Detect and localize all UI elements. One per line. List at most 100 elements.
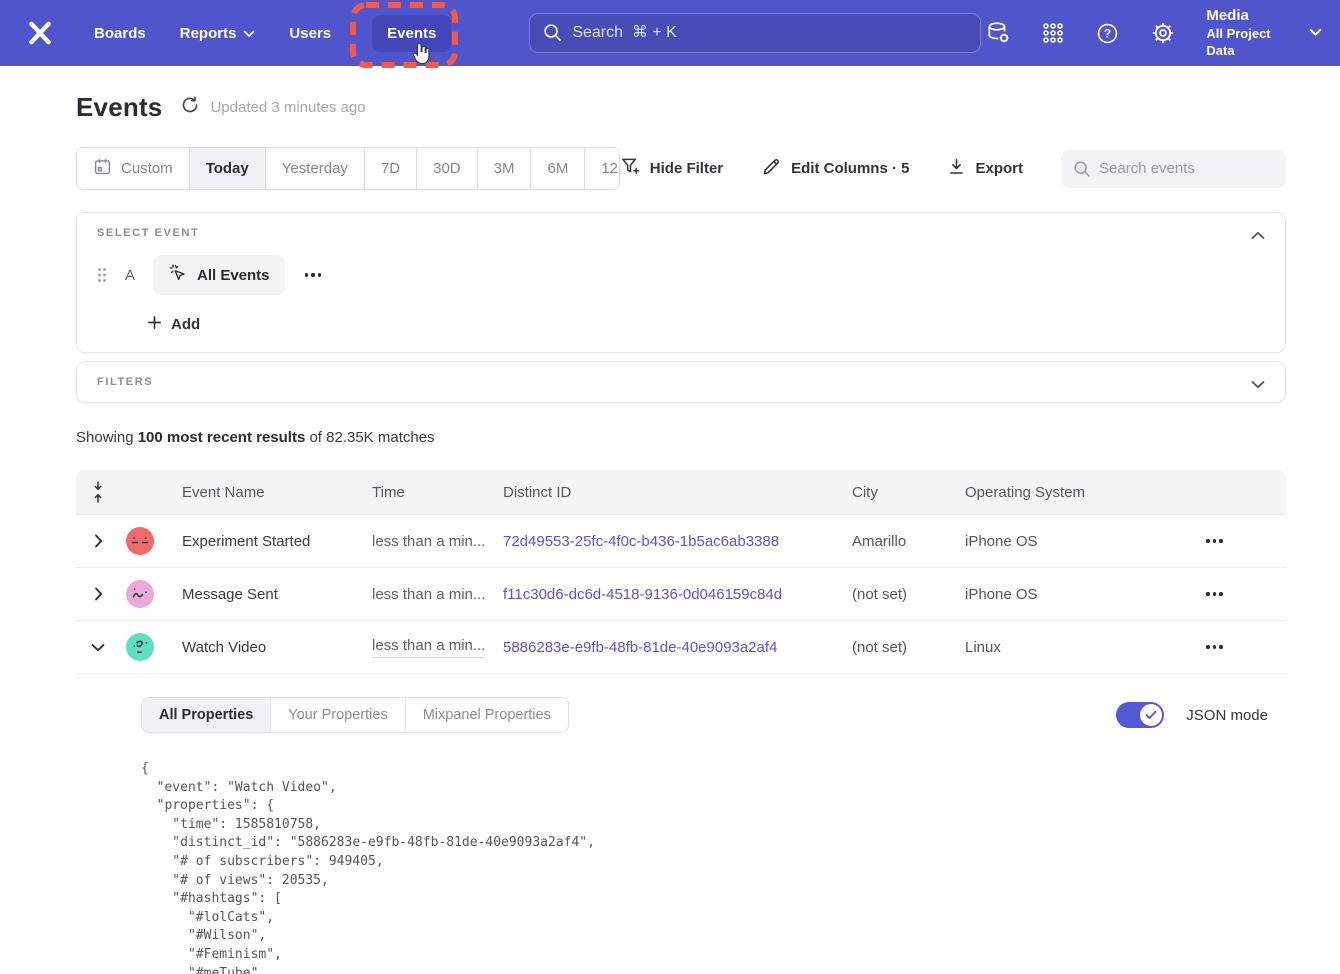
col-header-distinct-id[interactable]: Distinct ID <box>503 484 852 501</box>
refresh-icon[interactable] <box>180 95 200 120</box>
collapse-chevron-down-icon[interactable] <box>76 643 120 652</box>
table-header-row: Event Name Time Distinct ID City Operati… <box>76 470 1286 515</box>
data-management-icon[interactable] <box>985 20 1011 46</box>
tab-your-properties[interactable]: Your Properties <box>271 698 405 732</box>
city: (not set) <box>852 639 965 656</box>
table-row-expanded[interactable]: Watch Video less than a min... 5886283e-… <box>76 621 1286 674</box>
event-name: Watch Video <box>182 639 372 656</box>
event-cursor-sparkle-icon <box>168 263 188 287</box>
nav-item-boards[interactable]: Boards <box>79 15 161 52</box>
distinct-id: 72d49553-25fc-4f0c-b436-1b5ac6ab3388 <box>503 533 852 550</box>
sort-order-icon[interactable] <box>76 479 120 505</box>
col-header-time[interactable]: Time <box>372 484 503 501</box>
date-range-12m[interactable]: 12M <box>585 148 619 189</box>
operating-system: iPhone OS <box>965 533 1143 550</box>
event-more-options-button[interactable] <box>301 269 326 281</box>
nav-item-reports[interactable]: Reports <box>165 15 271 52</box>
event-name: Message Sent <box>182 586 372 603</box>
city: Amarillo <box>852 533 965 550</box>
search-icon <box>542 22 563 48</box>
avatar <box>120 527 182 555</box>
drag-handle-icon[interactable] <box>97 267 107 283</box>
top-navbar: Boards Reports Users Events <box>0 0 1340 66</box>
plus-icon <box>147 315 162 334</box>
json-view: { "event": "Watch Video", "properties": … <box>141 760 1286 974</box>
col-header-event-name[interactable]: Event Name <box>182 484 372 501</box>
all-events-selector[interactable]: All Events <box>153 255 285 295</box>
calendar-icon <box>93 157 112 180</box>
filters-panel: FILTERS <box>76 361 1286 403</box>
pencil-icon <box>761 156 782 181</box>
col-header-os[interactable]: Operating System <box>965 484 1143 501</box>
event-time: less than a min... <box>372 637 503 658</box>
search-icon <box>1072 159 1092 184</box>
chevron-down-icon <box>243 25 255 42</box>
search-events-input[interactable] <box>1061 150 1286 188</box>
row-menu-button[interactable] <box>1200 639 1229 655</box>
edit-columns-button[interactable]: Edit Columns · 5 <box>761 156 909 181</box>
global-search-input[interactable] <box>529 13 981 53</box>
json-mode-toggle[interactable] <box>1116 702 1164 728</box>
distinct-id-link[interactable]: 72d49553-25fc-4f0c-b436-1b5ac6ab3388 <box>503 533 779 550</box>
event-selector-row: A All Events <box>97 255 1265 295</box>
export-button[interactable]: Export <box>947 157 1023 180</box>
tab-mixpanel-properties[interactable]: Mixpanel Properties <box>406 698 568 732</box>
page-title: Events <box>76 92 162 123</box>
tab-all-properties[interactable]: All Properties <box>142 698 271 732</box>
date-range-custom[interactable]: Custom <box>77 148 190 189</box>
collapse-chevron-up-icon[interactable] <box>1251 227 1265 245</box>
expand-chevron-right-icon[interactable] <box>76 587 120 601</box>
select-event-title: SELECT EVENT <box>97 227 1265 239</box>
table-row[interactable]: Message Sent less than a min... f11c30d6… <box>76 568 1286 621</box>
project-subtitle: All Project Data <box>1206 26 1295 60</box>
distinct-id-link[interactable]: f11c30d6-dc6d-4518-9136-0d046159c84d <box>503 586 782 603</box>
updated-timestamp: Updated 3 minutes ago <box>210 99 365 116</box>
event-time: less than a min... <box>372 533 503 550</box>
distinct-id: 5886283e-e9fb-48fb-81de-40e9093a2af4 <box>503 639 852 656</box>
nav-item-users[interactable]: Users <box>274 15 346 52</box>
results-summary: Showing 100 most recent results of 82.35… <box>76 429 1286 446</box>
funnel-plus-icon <box>620 156 641 181</box>
chevron-down-icon <box>1309 24 1322 42</box>
table-row[interactable]: Experiment Started less than a min... 72… <box>76 515 1286 568</box>
search-events <box>1061 150 1286 188</box>
event-row-letter: A <box>123 267 137 284</box>
city: (not set) <box>852 586 965 603</box>
avatar <box>120 580 182 608</box>
date-range-7d[interactable]: 7D <box>365 148 417 189</box>
date-range-today[interactable]: Today <box>190 148 266 189</box>
project-name: Media <box>1206 6 1295 26</box>
avatar <box>120 633 182 661</box>
add-event-button[interactable]: Add <box>147 315 1265 334</box>
nav-item-events[interactable]: Events <box>372 15 451 52</box>
col-header-city[interactable]: City <box>852 484 965 501</box>
expand-chevron-right-icon[interactable] <box>76 534 120 548</box>
events-table: Event Name Time Distinct ID City Operati… <box>76 470 1286 974</box>
operating-system: iPhone OS <box>965 586 1143 603</box>
date-range-3m[interactable]: 3M <box>478 148 532 189</box>
toggle-check-icon <box>1140 704 1162 726</box>
distinct-id-link[interactable]: 5886283e-e9fb-48fb-81de-40e9093a2af4 <box>503 639 777 656</box>
operating-system: Linux <box>965 639 1143 656</box>
select-event-panel: SELECT EVENT A All Events <box>76 212 1286 353</box>
row-menu-button[interactable] <box>1200 586 1229 602</box>
event-name: Experiment Started <box>182 533 372 550</box>
event-detail-panel: All Properties Your Properties Mixpanel … <box>76 674 1286 974</box>
filters-title: FILTERS <box>97 376 1265 388</box>
settings-gear-icon[interactable] <box>1150 20 1176 46</box>
project-switcher[interactable]: Media All Project Data <box>1206 6 1322 59</box>
row-menu-button[interactable] <box>1200 533 1229 549</box>
global-search <box>529 13 981 53</box>
date-range-6m[interactable]: 6M <box>531 148 585 189</box>
mixpanel-logo-icon[interactable] <box>18 18 61 48</box>
hide-filter-button[interactable]: Hide Filter <box>620 156 723 181</box>
json-mode-label: JSON mode <box>1186 707 1268 724</box>
date-range-30d[interactable]: 30D <box>417 148 478 189</box>
date-range-selector: Custom Today Yesterday 7D 30D 3M 6M 12M <box>76 147 620 190</box>
help-icon[interactable]: ? <box>1095 21 1120 46</box>
apps-grid-icon[interactable] <box>1041 21 1065 45</box>
expand-chevron-down-icon[interactable] <box>1251 376 1265 394</box>
download-icon <box>947 157 966 180</box>
date-range-yesterday[interactable]: Yesterday <box>266 148 365 189</box>
event-time: less than a min... <box>372 586 503 603</box>
